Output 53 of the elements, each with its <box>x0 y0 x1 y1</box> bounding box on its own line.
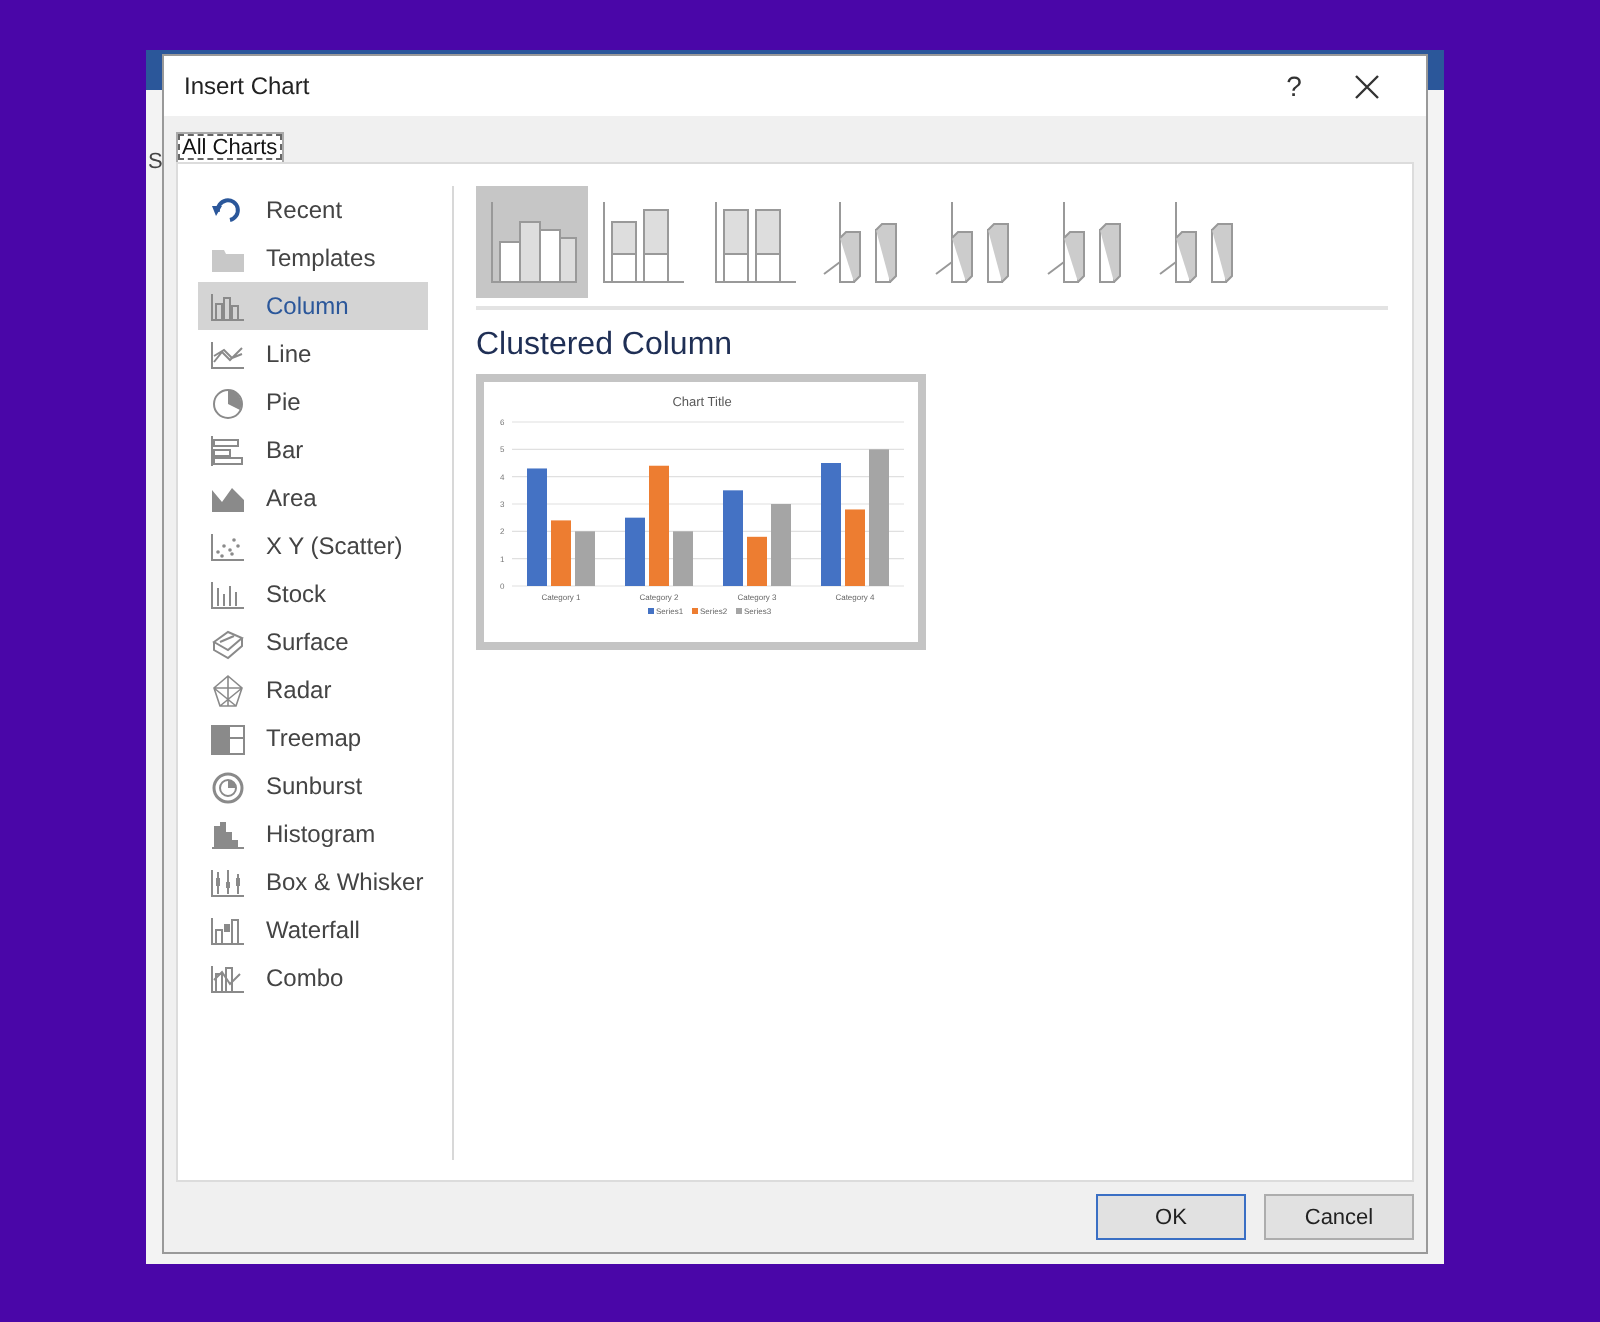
chart-category-item[interactable]: Box & Whisker <box>198 858 428 906</box>
chart-category-item[interactable]: Pie <box>198 378 428 426</box>
chart-category-icon <box>210 433 246 467</box>
chart-bar <box>673 531 693 586</box>
chart-category-icon <box>210 529 246 563</box>
chart-category-icon <box>210 625 246 659</box>
ok-button[interactable]: OK <box>1096 1194 1246 1240</box>
help-button[interactable]: ? <box>1258 60 1330 112</box>
chart-category-item[interactable]: Radar <box>198 666 428 714</box>
chart-bar <box>625 517 645 586</box>
chart-category-item[interactable]: Sunburst <box>198 762 428 810</box>
chart-bar <box>821 463 841 586</box>
chart-bar <box>845 509 865 586</box>
chart-category-item[interactable]: Surface <box>198 618 428 666</box>
background-text: S <box>148 150 163 174</box>
chart-bar <box>747 536 767 586</box>
chart-category-icon <box>210 289 246 323</box>
chart-category-icon <box>210 961 246 995</box>
chart-type-heading: Clustered Column <box>476 328 735 364</box>
chart-category-icon <box>210 673 246 707</box>
chart-category-item[interactable]: Waterfall <box>198 906 428 954</box>
chart-category-item[interactable]: Templates <box>198 234 428 282</box>
chart-category-item[interactable]: Histogram <box>198 810 428 858</box>
chart-category-item[interactable]: Recent <box>198 186 428 234</box>
chart-bar <box>575 531 595 586</box>
chart-category-icon <box>210 865 246 899</box>
chart-category-icon <box>210 337 246 371</box>
tab[interactable]: All Charts <box>176 132 284 162</box>
chart-category-icon <box>210 193 246 227</box>
chart-category-item[interactable]: Column <box>198 282 428 330</box>
chart-bar <box>527 468 547 586</box>
chart-category-item[interactable]: Line <box>198 330 428 378</box>
chart-category-icon <box>210 721 246 755</box>
chart-bar <box>771 504 791 586</box>
chart-bar <box>723 490 743 586</box>
chart-category-item[interactable]: Treemap <box>198 714 428 762</box>
chart-bar <box>551 520 571 586</box>
chart-category-item[interactable]: Combo <box>198 954 428 1002</box>
chart-category-icon <box>210 385 246 419</box>
chart-subtype-option[interactable] <box>476 186 588 298</box>
chart-category-icon <box>210 769 246 803</box>
chart-bar <box>869 449 889 586</box>
chart-category-icon <box>210 913 246 947</box>
chart-category-item[interactable]: X Y (Scatter) <box>198 522 428 570</box>
chart-category-item[interactable]: Stock <box>198 570 428 618</box>
window-title: Insert Chart <box>184 72 312 100</box>
chart-category-icon <box>210 817 246 851</box>
chart-bar <box>649 465 669 586</box>
close-icon <box>1353 73 1379 99</box>
cancel-button[interactable]: Cancel <box>1264 1194 1414 1240</box>
chart-category-item[interactable]: Area <box>198 474 428 522</box>
chart-category-icon <box>210 577 246 611</box>
chart-category-item[interactable]: Bar <box>198 426 428 474</box>
